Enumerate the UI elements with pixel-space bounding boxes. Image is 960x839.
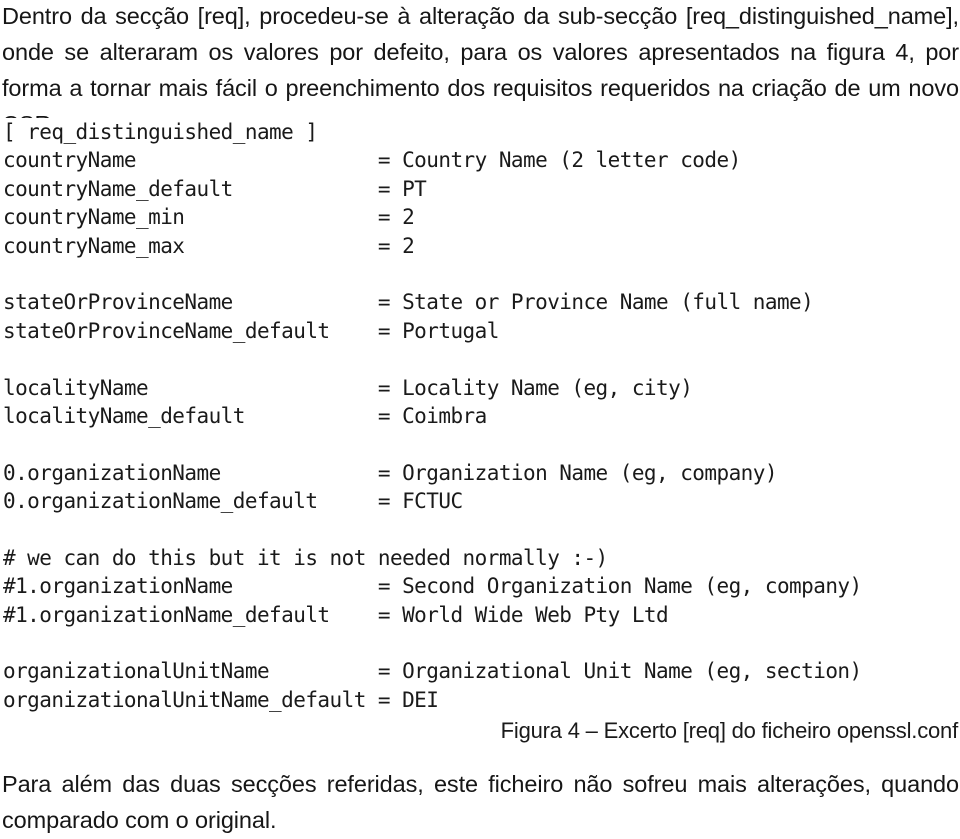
- code-line: localityName = Locality Name (eg, city): [3, 375, 693, 400]
- code-line: localityName_default = Coimbra: [3, 403, 487, 428]
- document-page: Dentro da secção [req], procedeu-se à al…: [0, 0, 960, 839]
- code-line: countryName_max = 2: [3, 233, 415, 258]
- code-line: countryName_min = 2: [3, 205, 415, 230]
- openssl-conf-code-block: [ req_distinguished_name ] countryName = …: [0, 118, 960, 715]
- code-line: stateOrProvinceName_default = Portugal: [3, 318, 499, 343]
- code-lines: [ req_distinguished_name ] countryName = …: [3, 118, 960, 714]
- closing-paragraph: Para além das duas secções referidas, es…: [2, 771, 959, 833]
- code-line: 0.organizationName_default = FCTUC: [3, 489, 463, 514]
- code-line: 0.organizationName = Organization Name (…: [3, 460, 778, 485]
- code-line: [ req_distinguished_name ]: [3, 120, 318, 144]
- code-line: #1.organizationName = Second Organizatio…: [3, 574, 862, 599]
- figure-caption: Figura 4 – Excerto [req] do ficheiro ope…: [500, 718, 959, 743]
- code-line: # we can do this but it is not needed no…: [3, 545, 608, 570]
- code-line: organizationalUnitName_default = DEI: [3, 687, 439, 712]
- code-line: organizationalUnitName = Organizational …: [3, 659, 862, 684]
- code-line: #1.organizationName_default = World Wide…: [3, 602, 669, 627]
- code-line: stateOrProvinceName = State or Province …: [3, 290, 814, 315]
- code-line: countryName = Country Name (2 letter cod…: [3, 148, 741, 173]
- figure-openssl-req-excerpt: [ req_distinguished_name ] countryName = …: [0, 118, 960, 715]
- code-line: countryName_default = PT: [3, 176, 427, 201]
